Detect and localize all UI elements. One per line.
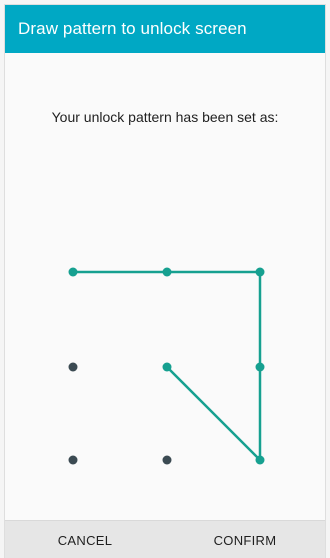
pattern-dot-3[interactable]: [255, 267, 265, 277]
pattern-dialog: Draw pattern to unlock screen Your unloc…: [4, 4, 326, 558]
button-bar: CANCEL CONFIRM: [5, 520, 325, 558]
confirm-button[interactable]: CONFIRM: [165, 521, 325, 558]
pattern-dot-8[interactable]: [162, 455, 172, 465]
pattern-dot-5[interactable]: [162, 362, 172, 372]
pattern-dot-1[interactable]: [68, 267, 78, 277]
pattern-dot-6[interactable]: [255, 362, 265, 372]
pattern-dot-9[interactable]: [255, 455, 265, 465]
cancel-button[interactable]: CANCEL: [5, 521, 165, 558]
pattern-grid[interactable]: [5, 5, 326, 558]
pattern-dot-2[interactable]: [162, 267, 172, 277]
pattern-dot-7[interactable]: [68, 455, 78, 465]
pattern-line: [165, 365, 262, 462]
pattern-dot-4[interactable]: [68, 362, 78, 372]
